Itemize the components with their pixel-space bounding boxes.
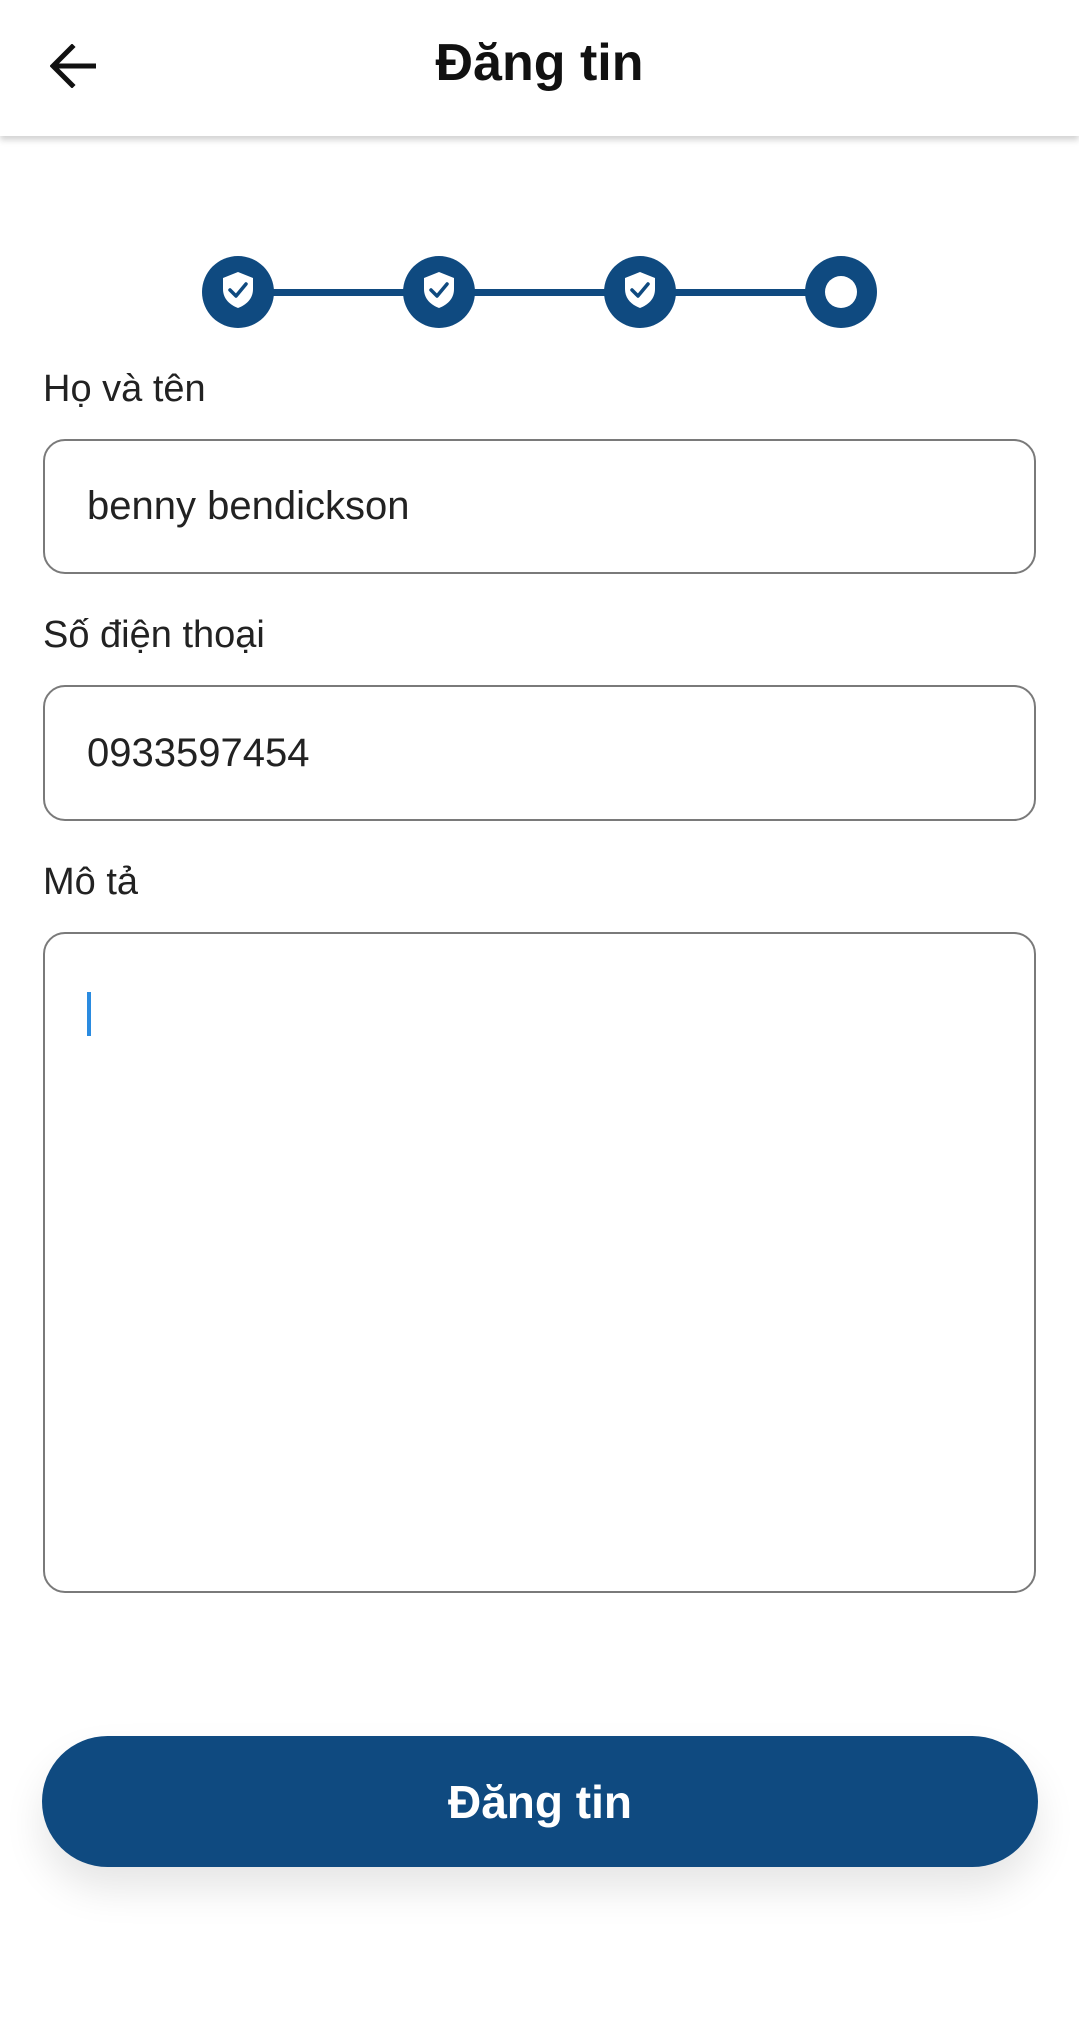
arrow-left-icon — [49, 42, 98, 93]
phone-label: Số điện thoại — [43, 614, 265, 656]
name-field[interactable]: benny bendickson — [43, 439, 1036, 574]
circle-icon — [825, 276, 857, 308]
step-3-completed — [604, 256, 676, 328]
back-button[interactable] — [36, 30, 112, 106]
page-title: Đăng tin — [435, 34, 644, 92]
description-label: Mô tả — [43, 861, 139, 903]
app-bar: Đăng tin — [0, 0, 1079, 136]
description-textarea[interactable] — [43, 932, 1036, 1593]
submit-button[interactable]: Đăng tin — [42, 1736, 1038, 1867]
text-cursor — [87, 992, 91, 1036]
step-1-completed — [202, 256, 274, 328]
name-label: Họ và tên — [43, 368, 206, 410]
phone-field[interactable]: 0933597454 — [43, 685, 1036, 821]
progress-stepper — [202, 256, 877, 328]
shield-check-icon — [220, 270, 256, 315]
shield-check-icon — [421, 270, 457, 315]
name-value: benny bendickson — [87, 484, 410, 528]
stepper-connector — [238, 289, 841, 296]
shield-check-icon — [622, 270, 658, 315]
step-2-completed — [403, 256, 475, 328]
phone-value: 0933597454 — [87, 731, 310, 775]
step-4-current — [805, 256, 877, 328]
